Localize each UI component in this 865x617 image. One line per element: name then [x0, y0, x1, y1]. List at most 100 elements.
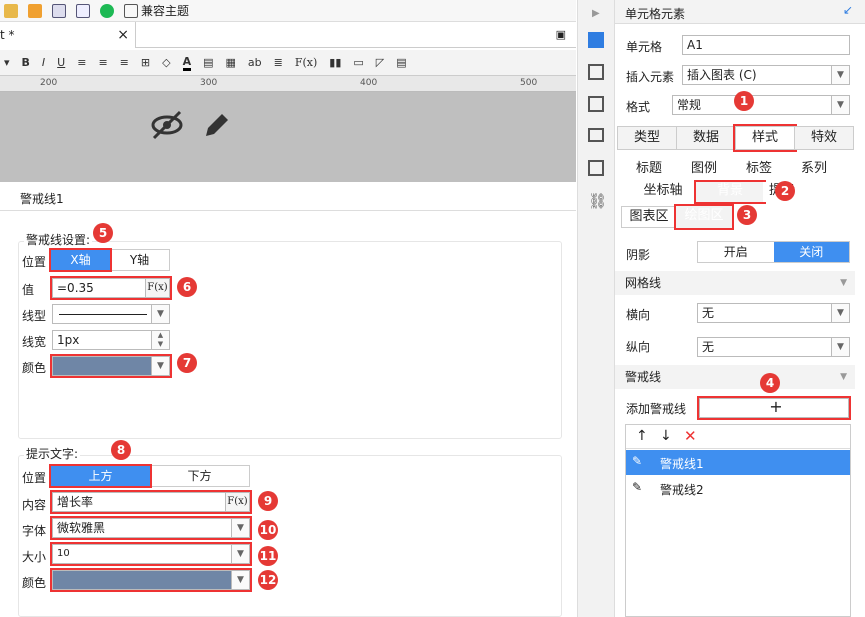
preview-icon[interactable]	[52, 3, 66, 18]
subtab-series[interactable]: 系列	[786, 160, 842, 180]
x-axis-option[interactable]: X轴	[49, 248, 112, 272]
line-color-picker[interactable]: ▼	[50, 354, 172, 378]
image-icon[interactable]: ▭	[353, 56, 363, 69]
slash-icon[interactable]: ◸	[376, 56, 384, 69]
collapse-icon[interactable]: ↙	[843, 3, 853, 17]
table-icon[interactable]: ▦	[226, 56, 236, 69]
gridline-section[interactable]: 网格线 ▼	[615, 271, 855, 295]
align-right-icon[interactable]: ≡	[120, 56, 129, 69]
tab-style[interactable]: 样式	[733, 124, 797, 152]
line-width-stepper[interactable]: 1px ▲ ▼	[52, 330, 170, 350]
size-select[interactable]: 10 ▼	[50, 542, 252, 566]
badge-9: 9	[258, 491, 278, 511]
badge-3: 3	[737, 205, 757, 225]
merge-icon[interactable]: ▤	[203, 56, 213, 69]
text-icon[interactable]: ab	[248, 56, 262, 69]
badge-7: 7	[177, 353, 197, 373]
content-field[interactable]: 增长率 F(x)	[50, 490, 252, 514]
add-warning-line-button[interactable]: +	[697, 396, 851, 420]
align-center-icon[interactable]: ≡	[98, 56, 107, 69]
shadow-on-option[interactable]: 开启	[698, 242, 774, 262]
warning-line-section[interactable]: 警戒线 ▼	[615, 365, 855, 389]
border-icon[interactable]	[588, 96, 604, 112]
cell-field[interactable]: A1	[682, 35, 850, 55]
pencil-icon: ✎	[632, 454, 643, 468]
subtab-label[interactable]: 标签	[731, 160, 787, 180]
search-doc-icon[interactable]	[76, 3, 90, 18]
paste-icon[interactable]	[4, 3, 18, 18]
warning-line-panel: 警戒线1 警戒线设置: 位置 X轴 Y轴 值 =0.35 F(x) 线型 ▼ 线…	[0, 183, 576, 617]
chevron-down-icon: ▼	[831, 66, 849, 84]
tab-effect[interactable]: 特效	[794, 126, 854, 150]
formula-button[interactable]: F(x)	[225, 493, 249, 511]
line-type-select[interactable]: ▼	[52, 304, 170, 324]
menu-icon[interactable]: ▤	[396, 56, 406, 69]
doc-tab[interactable]: t * ×	[0, 22, 136, 48]
chevron-down-icon: ▼	[831, 96, 849, 114]
border-icon[interactable]: ⊞	[141, 56, 150, 69]
tab-type[interactable]: 类型	[617, 126, 677, 150]
tab-data[interactable]: 数据	[676, 126, 736, 150]
align-left-icon[interactable]: ≡	[77, 56, 86, 69]
underline-icon[interactable]: U	[57, 56, 65, 69]
close-icon[interactable]: ×	[117, 27, 129, 43]
subtab-background[interactable]: 背景	[694, 180, 766, 204]
below-option[interactable]: 下方	[150, 466, 249, 486]
cell-element-icon[interactable]	[588, 32, 604, 48]
tip-position-toggle: 上方 下方	[49, 464, 250, 488]
insert-element-select[interactable]: 插入图表 (C) ▼	[682, 65, 850, 85]
main-tabs: 类型 数据 样式 特效	[617, 124, 854, 152]
chevron-down-icon: ▼	[231, 545, 249, 563]
y-axis-option[interactable]: Y轴	[110, 250, 169, 270]
shirt-icon	[124, 3, 138, 18]
wrap-icon[interactable]: ≣	[274, 56, 283, 69]
list-icon[interactable]	[588, 160, 604, 176]
brush-icon[interactable]	[28, 3, 42, 18]
shadow-toggle: 开启 关闭	[697, 241, 850, 263]
chevron-down-icon: ▼	[231, 519, 249, 537]
formula-icon[interactable]: F(x)	[295, 56, 317, 69]
vertical-gridline-select[interactable]: 无 ▼	[697, 337, 850, 357]
section-warning-settings: 警戒线设置:	[24, 231, 93, 248]
subtab-title[interactable]: 标题	[621, 160, 677, 180]
above-option[interactable]: 上方	[49, 464, 152, 488]
formula-button[interactable]: F(x)	[145, 279, 169, 297]
subtab-legend[interactable]: 图例	[676, 160, 732, 180]
shadow-off-option[interactable]: 关闭	[773, 242, 849, 262]
chevron-right-icon[interactable]: ▶	[592, 8, 600, 19]
arrow-up-icon[interactable]: ↑	[636, 428, 648, 444]
chart-icon[interactable]: ▮▮	[329, 56, 341, 69]
chevron-down-icon: ▼	[840, 278, 847, 288]
horizontal-gridline-select[interactable]: 无 ▼	[697, 303, 850, 323]
arrow-down-icon[interactable]: ↓	[660, 428, 672, 444]
subtab-axis[interactable]: 坐标轴	[629, 182, 697, 202]
pencil-icon[interactable]	[202, 110, 232, 140]
tip-color-picker[interactable]: ▼	[50, 568, 252, 592]
check-icon[interactable]	[100, 3, 114, 18]
chevron-down-icon: ▼	[151, 305, 169, 323]
dock-icon[interactable]: ▣	[556, 28, 566, 41]
font-select[interactable]: 微软雅黑 ▼	[50, 516, 252, 540]
delete-icon[interactable]: ✕	[684, 427, 697, 445]
stepper-icon[interactable]: ▲ ▼	[151, 331, 169, 349]
italic-icon[interactable]: I	[42, 56, 45, 69]
badge-1: 1	[734, 91, 754, 111]
subtab-chart-area[interactable]: 图表区	[621, 206, 677, 228]
compat-theme-button[interactable]: 兼容主题	[124, 2, 189, 19]
bold-icon[interactable]: B	[22, 56, 30, 69]
format-select[interactable]: 常规 ▼	[672, 95, 850, 115]
eye-off-icon[interactable]	[150, 110, 184, 140]
subtab-plot-area[interactable]: 绘图区	[674, 204, 734, 230]
list-item[interactable]: ✎ 警戒线2	[626, 476, 850, 501]
badge-10: 10	[258, 520, 278, 540]
chevron-down-icon: ▼	[840, 372, 847, 382]
chevron-down-icon[interactable]: ▾	[4, 56, 10, 69]
badge-8: 8	[111, 440, 131, 460]
info-icon[interactable]	[588, 64, 604, 80]
value-field[interactable]: =0.35 F(x)	[50, 276, 172, 300]
list-item[interactable]: ✎ 警戒线1	[626, 450, 850, 475]
font-color-icon[interactable]: A	[182, 55, 192, 71]
fill-icon[interactable]: ◇	[162, 56, 170, 69]
link-icon[interactable]: ⛓	[588, 192, 607, 210]
widget-icon[interactable]	[588, 128, 604, 142]
